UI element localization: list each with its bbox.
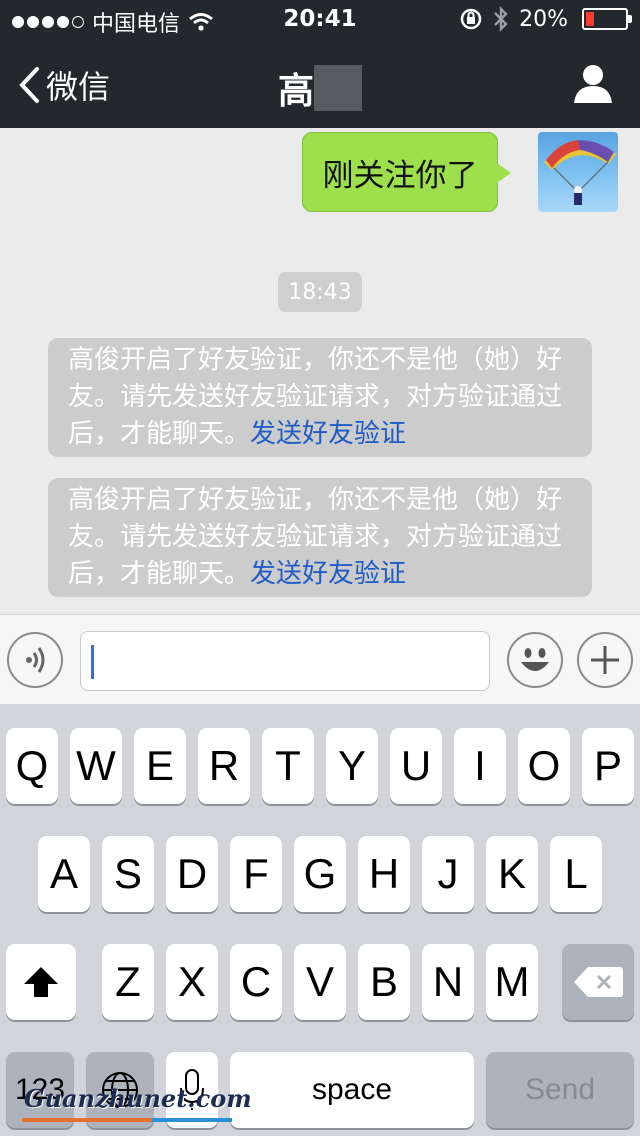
message-text-input[interactable] (80, 631, 490, 691)
outgoing-message-text: 刚关注你了 (322, 157, 478, 194)
key-l[interactable]: L (550, 836, 602, 912)
redacted-name-block (314, 65, 362, 111)
bluetooth-icon (494, 6, 508, 32)
outgoing-message-bubble[interactable]: 刚关注你了 (302, 132, 511, 212)
key-t[interactable]: T (262, 728, 314, 804)
key-n[interactable]: N (422, 944, 474, 1020)
key-w[interactable]: W (70, 728, 122, 804)
key-a[interactable]: A (38, 836, 90, 912)
key-o[interactable]: O (518, 728, 570, 804)
key-y[interactable]: Y (326, 728, 378, 804)
battery-percent: 20% (519, 6, 568, 32)
key-i[interactable]: I (454, 728, 506, 804)
emoji-button[interactable] (507, 632, 563, 688)
person-icon[interactable] (572, 62, 614, 104)
voice-input-button[interactable] (7, 632, 63, 688)
backspace-icon (574, 967, 623, 997)
status-right: 20% (459, 6, 632, 32)
send-verification-link[interactable]: 发送好友验证 (250, 559, 406, 589)
send-verification-link[interactable]: 发送好友验证 (250, 419, 406, 449)
status-bar: 中国电信 20:41 20% (0, 0, 640, 40)
key-d[interactable]: D (166, 836, 218, 912)
rotation-lock-icon (460, 8, 482, 30)
shift-key[interactable] (6, 944, 76, 1020)
shift-icon (24, 967, 58, 997)
voice-icon (26, 647, 45, 673)
key-q[interactable]: Q (6, 728, 58, 804)
key-j[interactable]: J (422, 836, 474, 912)
my-avatar[interactable] (538, 132, 618, 212)
key-f[interactable]: F (230, 836, 282, 912)
text-cursor (91, 645, 94, 679)
parasail-avatar-image (544, 140, 616, 205)
battery-icon (582, 8, 632, 30)
plus-icon (591, 646, 619, 674)
key-h[interactable]: H (358, 836, 410, 912)
key-z[interactable]: Z (102, 944, 154, 1020)
system-message: 高俊开启了好友验证，你还不是他（她）好友。请先发送好友验证请求，对方验证通过后，… (48, 338, 592, 457)
nav-bar: 微信 高 (0, 40, 640, 128)
contact-name: 高 (277, 71, 314, 112)
smiley-icon (521, 648, 549, 671)
key-c[interactable]: C (230, 944, 282, 1020)
key-p[interactable]: P (582, 728, 634, 804)
message-input-bar (0, 614, 640, 704)
key-s[interactable]: S (102, 836, 154, 912)
key-r[interactable]: R (198, 728, 250, 804)
send-key[interactable]: Send (486, 1052, 634, 1128)
key-k[interactable]: K (486, 836, 538, 912)
watermark: Guanzhunet.com (24, 1084, 252, 1113)
key-e[interactable]: E (134, 728, 186, 804)
watermark-underline (152, 1118, 232, 1122)
key-m[interactable]: M (486, 944, 538, 1020)
chat-area[interactable]: 刚关注你了 18:43 高俊开启了好友验证，你还不是他（她）好友。请先发送好友验… (0, 128, 640, 614)
key-b[interactable]: B (358, 944, 410, 1020)
chat-title: 高 (0, 62, 640, 114)
watermark-underline (22, 1118, 152, 1122)
key-x[interactable]: X (166, 944, 218, 1020)
key-u[interactable]: U (390, 728, 442, 804)
key-g[interactable]: G (294, 836, 346, 912)
delete-key[interactable] (562, 944, 634, 1020)
space-key[interactable]: space (230, 1052, 474, 1128)
keyboard: Q W E R T Y U I O P A S D F G H J K L Z … (0, 704, 640, 1136)
system-message: 高俊开启了好友验证，你还不是他（她）好友。请先发送好友验证请求，对方验证通过后，… (48, 478, 592, 597)
key-v[interactable]: V (294, 944, 346, 1020)
more-options-button[interactable] (577, 632, 633, 688)
message-timestamp: 18:43 (278, 272, 362, 312)
